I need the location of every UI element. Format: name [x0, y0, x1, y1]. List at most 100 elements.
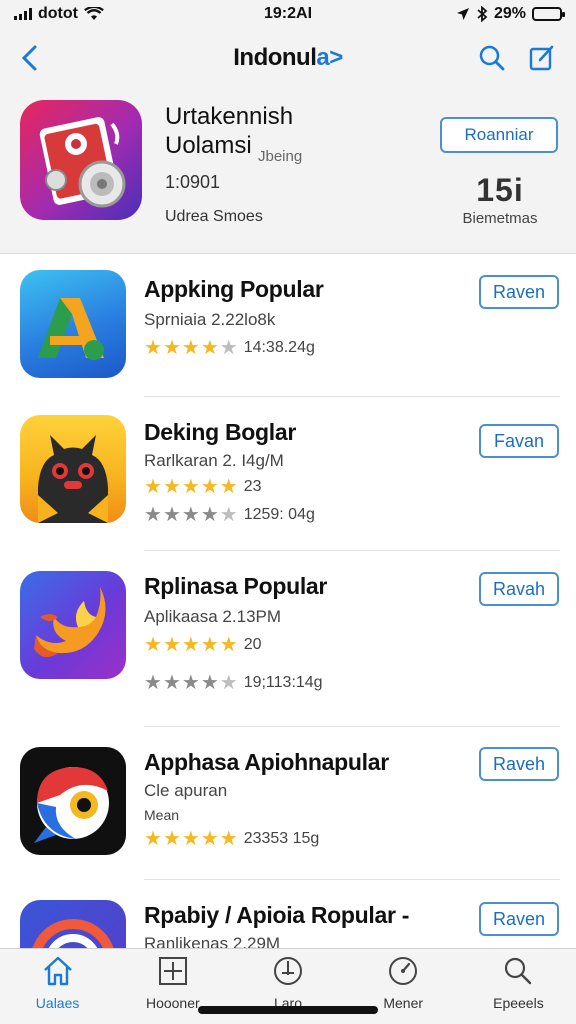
status-left: dotot	[14, 5, 456, 23]
search-icon	[479, 45, 505, 71]
get-button[interactable]: Raven	[479, 902, 559, 936]
star-icon: ★	[162, 634, 181, 656]
rating-secondary: ★ ★ ★ ★ ★ 19;113:14g	[144, 673, 323, 693]
get-button[interactable]: Ravah	[479, 572, 559, 606]
carrier-label: dotot	[38, 5, 78, 22]
star-icon: ★	[162, 476, 181, 498]
rating: ★ ★ ★ ★ ★ 23	[144, 477, 261, 497]
compose-button[interactable]	[522, 38, 562, 78]
star-icon: ★	[219, 476, 238, 498]
bird-logo-icon	[34, 767, 109, 843]
chevron-left-icon	[21, 45, 37, 71]
cat-mascot-icon	[38, 435, 108, 523]
star-icon: ★	[200, 504, 219, 526]
status-bar: dotot 19:2AI 29%	[0, 0, 576, 28]
star-icon: ★	[219, 828, 238, 850]
app-meta: Cle apuran	[144, 781, 228, 800]
star-icon: ★	[219, 337, 238, 359]
fox-logo-icon	[34, 587, 106, 658]
star-icon: ★	[144, 634, 162, 656]
star-icon: ★	[181, 337, 200, 359]
app-meta: Aplikaasa 2.13PM	[144, 607, 282, 626]
app-meta-2: Mean	[144, 807, 180, 823]
app-icon-2[interactable]	[20, 415, 126, 523]
app-name: Rplinasa Popular	[144, 573, 328, 599]
tab-label: Mener	[383, 995, 424, 1011]
status-right: 29%	[456, 5, 565, 23]
rating: ★ ★ ★ ★ ★ 14:38.24g	[144, 338, 315, 358]
featured-app[interactable]: Urtakennish Uolamsi Jbeing 1:0901 Udrea …	[0, 88, 576, 254]
star-rating: ★ ★ ★ ★ ★	[144, 829, 238, 849]
app-icon-5[interactable]	[20, 900, 126, 948]
star-icon: ★	[181, 634, 200, 656]
signal-icon	[14, 8, 32, 20]
featured-metric-label: Biemetmas	[462, 210, 538, 227]
featured-metric-value: 15i	[476, 172, 524, 208]
app-row-1[interactable]: Appking Popular Sprniaia 2.22lo8k ★ ★ ★ ★ ★ …	[0, 254, 576, 397]
featured-title-line1: Urtakennish	[165, 103, 294, 130]
rating: ★ ★ ★ ★ ★ 23353 15g	[144, 829, 319, 849]
nav-bar: Indonula>	[0, 28, 576, 88]
star-icon: ★	[181, 476, 200, 498]
target-logo-icon	[32, 919, 114, 948]
get-button[interactable]: Raveh	[479, 747, 559, 781]
music-player-icon	[39, 117, 126, 208]
star-icon: ★	[144, 476, 162, 498]
get-button[interactable]: Favan	[479, 424, 559, 458]
app-row-3[interactable]: Rplinasa Popular Aplikaasa 2.13PM ★ ★ ★ ★ ★ …	[0, 551, 576, 727]
star-icon: ★	[162, 672, 181, 694]
star-icon: ★	[200, 337, 219, 359]
star-icon: ★	[144, 504, 162, 526]
bluetooth-icon	[477, 6, 488, 22]
star-icon: ★	[200, 476, 219, 498]
app-name: Deking Boglar	[144, 419, 297, 445]
featured-version: 1:0901	[165, 172, 221, 192]
app-icon-1[interactable]	[20, 270, 126, 378]
featured-subtitle: Jbeing	[258, 148, 303, 165]
app-meta: Sprniaia 2.22lo8k	[144, 310, 276, 329]
battery-icon	[532, 7, 565, 21]
rating-secondary: ★ ★ ★ ★ ★ 1259: 04g	[144, 505, 315, 525]
app-meta: Ranlikenas 2.29M	[144, 934, 281, 948]
star-rating: ★ ★ ★ ★ ★	[144, 338, 238, 358]
rating-text: 14:38.24g	[243, 339, 315, 356]
app-icon-4[interactable]	[20, 747, 126, 855]
page-title: Indonula>	[233, 44, 343, 72]
app-name: Rpabiy / Apioia Ropular -	[144, 902, 410, 928]
battery-percent: 29%	[493, 5, 526, 22]
get-button[interactable]: Raven	[479, 275, 559, 309]
app-row-4[interactable]: Apphasa Apiohnapular Cle apuran Mean ★ ★ ★…	[0, 727, 576, 880]
app-icon-3[interactable]	[20, 571, 126, 679]
tab-search[interactable]: Epeeels	[461, 949, 576, 1024]
tab-label: Ualaes	[35, 995, 80, 1011]
star-icon: ★	[181, 504, 200, 526]
triangle-logo-icon	[38, 298, 104, 360]
tab-label: Hoooner	[145, 995, 200, 1011]
star-rating-secondary: ★ ★ ★ ★ ★	[144, 505, 238, 525]
tab-updates[interactable]: Ualaes	[0, 949, 115, 1024]
featured-developer: Udrea Smoes	[165, 208, 263, 225]
featured-app-icon[interactable]	[20, 100, 142, 220]
grid-icon	[158, 957, 187, 985]
home-indicator	[198, 1006, 378, 1014]
star-icon: ★	[144, 672, 162, 694]
app-row-2[interactable]: Deking Boglar Rarlkaran 2. I4g/M ★ ★ ★ ★ ★ 2…	[0, 397, 576, 551]
app-name: Apphasa Apiohnapular	[144, 749, 389, 775]
star-icon: ★	[181, 828, 200, 850]
app-name: Appking Popular	[144, 276, 324, 302]
star-icon: ★	[144, 828, 162, 850]
app-row-5[interactable]: Rpabiy / Apioia Ropular - Ranlikenas 2.2…	[0, 880, 576, 948]
star-icon: ★	[200, 634, 219, 656]
star-icon: ★	[200, 828, 219, 850]
featured-get-button[interactable]: Roanniar	[440, 117, 558, 153]
rating-secondary-text: 1259: 04g	[243, 506, 315, 523]
compose-icon	[529, 45, 554, 71]
star-icon: ★	[219, 504, 238, 526]
star-icon: ★	[162, 828, 181, 850]
star-icon: ★	[219, 634, 238, 656]
tab-label: Epeeels	[493, 995, 544, 1011]
search-button[interactable]	[472, 38, 512, 78]
star-rating: ★ ★ ★ ★ ★	[144, 477, 238, 497]
back-button[interactable]	[10, 38, 50, 78]
star-icon: ★	[219, 672, 238, 694]
